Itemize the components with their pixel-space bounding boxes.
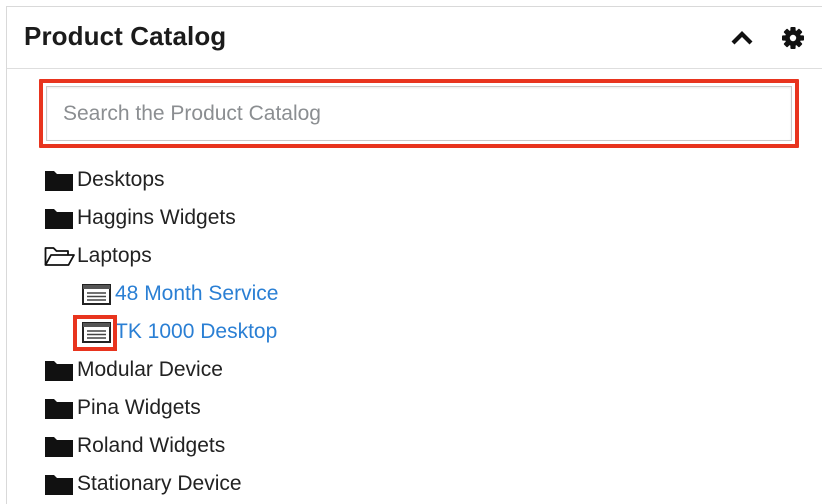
search-highlight bbox=[39, 79, 799, 148]
folder-open-icon bbox=[43, 243, 77, 269]
chevron-up-icon bbox=[731, 31, 753, 45]
product-icon-highlight bbox=[73, 315, 117, 351]
tree-item-stationary-device[interactable]: Stationary Device bbox=[43, 469, 242, 499]
tree-item-modular-device[interactable]: Modular Device bbox=[43, 355, 223, 385]
tree-item-48-month-service[interactable]: 48 Month Service bbox=[81, 279, 278, 309]
folder-closed-icon bbox=[43, 357, 77, 383]
product-list-icon bbox=[81, 281, 115, 307]
tree-item-label: Stationary Device bbox=[77, 472, 242, 495]
product-link[interactable]: TK 1000 Desktop bbox=[115, 320, 277, 344]
search-input[interactable] bbox=[46, 86, 792, 141]
product-link[interactable]: 48 Month Service bbox=[115, 282, 278, 306]
settings-button[interactable] bbox=[780, 25, 806, 51]
folder-closed-icon bbox=[43, 395, 77, 421]
tree-item-laptops[interactable]: Laptops bbox=[43, 241, 152, 271]
collapse-button[interactable] bbox=[729, 25, 755, 51]
tree-item-label: Pina Widgets bbox=[77, 396, 201, 419]
tree-item-desktops[interactable]: Desktops bbox=[43, 165, 165, 195]
folder-closed-icon bbox=[43, 433, 77, 459]
panel-title: Product Catalog bbox=[24, 21, 227, 51]
folder-closed-icon bbox=[43, 471, 77, 497]
product-catalog-panel: Product Catalog Search the Product Catal… bbox=[6, 6, 822, 504]
gear-icon bbox=[782, 27, 804, 49]
tree-item-roland-widgets[interactable]: Roland Widgets bbox=[43, 431, 225, 461]
folder-closed-icon bbox=[43, 167, 77, 193]
tree-item-haggins-widgets[interactable]: Haggins Widgets bbox=[43, 203, 236, 233]
tree-item-label: Roland Widgets bbox=[77, 434, 226, 457]
panel-header: Product Catalog bbox=[7, 7, 822, 69]
tree-item-label: Desktops bbox=[77, 168, 165, 191]
folder-closed-icon bbox=[43, 205, 77, 231]
tree-item-label: Modular Device bbox=[77, 358, 223, 381]
tree-item-pina-widgets[interactable]: Pina Widgets bbox=[43, 393, 201, 423]
tree-item-label: Haggins Widgets bbox=[77, 206, 236, 229]
tree-item-label: Laptops bbox=[77, 244, 152, 267]
